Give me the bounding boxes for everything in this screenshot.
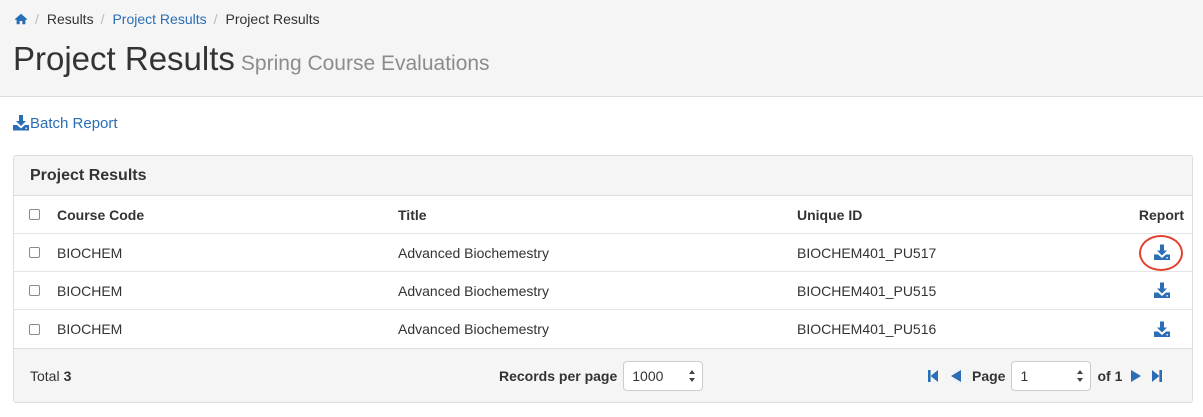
row-checkbox[interactable] [29,247,40,258]
page-value: 1 [1020,368,1029,384]
previous-page-icon[interactable] [948,368,962,384]
title-cell: Advanced Biochemestry [398,282,549,299]
page-header: / Results / Project Results / Project Re… [0,0,1203,97]
records-per-page-label: Records per page [499,368,618,384]
breadcrumb-separator: / [35,11,39,27]
total-label: Total [30,368,60,384]
pagination: Page 1 of 1 [926,349,1164,402]
unique-id-cell: BIOCHEM401_PU517 [797,244,937,261]
table-row: BIOCHEM Advanced Biochemestry BIOCHEM401… [14,234,1192,272]
download-icon [13,115,29,131]
unique-id-cell: BIOCHEM401_PU516 [797,321,937,337]
breadcrumb: / Results / Project Results / Project Re… [14,10,320,28]
select-arrows-icon [1077,370,1084,382]
page-title-text: Project Results [13,40,235,77]
title-cell: Advanced Biochemestry [398,244,549,261]
batch-report-label: Batch Report [30,114,118,132]
course-code-cell: BIOCHEM [57,244,123,261]
project-results-panel: Project Results Course Code Title Unique… [13,155,1193,403]
breadcrumb-separator: / [100,11,105,27]
first-page-icon[interactable] [926,368,940,384]
page-select[interactable]: 1 [1011,361,1092,391]
download-report-icon[interactable] [1153,244,1171,261]
select-arrows-icon [689,370,696,382]
course-code-cell: BIOCHEM [57,321,123,337]
panel-heading: Project Results [14,156,1192,196]
breadcrumb-item-project-results[interactable]: Project Results [112,11,206,27]
breadcrumb-separator: / [213,11,218,27]
last-page-icon[interactable] [1150,368,1164,384]
breadcrumb-item-current: Project Results [225,11,320,27]
select-all-checkbox[interactable] [29,209,40,220]
column-header-unique-id[interactable]: Unique ID [797,196,862,233]
home-icon[interactable] [14,12,28,26]
page-count-label: of 1 [1097,368,1123,384]
page-label: Page [972,368,1006,384]
row-checkbox[interactable] [29,285,40,296]
column-header-title[interactable]: Title [398,196,427,233]
row-checkbox[interactable] [29,323,40,335]
page-title: Project Results Spring Course Evaluations [13,38,490,85]
download-report-icon[interactable] [1153,282,1171,299]
total-value: 3 [63,368,72,384]
next-page-icon[interactable] [1130,368,1144,384]
records-per-page-select[interactable]: 1000 [623,361,704,391]
title-cell: Advanced Biochemestry [398,321,549,337]
batch-report-link[interactable]: Batch Report [12,113,118,133]
column-header-report: Report [1138,206,1184,223]
records-per-page-value: 1000 [632,368,664,384]
course-code-cell: BIOCHEM [57,282,123,299]
breadcrumb-item-results[interactable]: Results [47,11,94,27]
records-per-page: Records per page 1000 [499,349,704,402]
download-report-icon[interactable] [1153,321,1171,338]
total-count: Total 3 [30,349,72,402]
panel-footer: Total 3 Records per page 1000 Page 1 of … [14,348,1192,402]
table-row: BIOCHEM Advanced Biochemestry BIOCHEM401… [14,272,1192,310]
column-header-course-code[interactable]: Course Code [57,196,144,233]
page-subtitle: Spring Course Evaluations [240,52,490,75]
unique-id-cell: BIOCHEM401_PU515 [797,282,937,299]
table-header-row: Course Code Title Unique ID Report [14,196,1192,234]
table-row: BIOCHEM Advanced Biochemestry BIOCHEM401… [14,310,1192,348]
